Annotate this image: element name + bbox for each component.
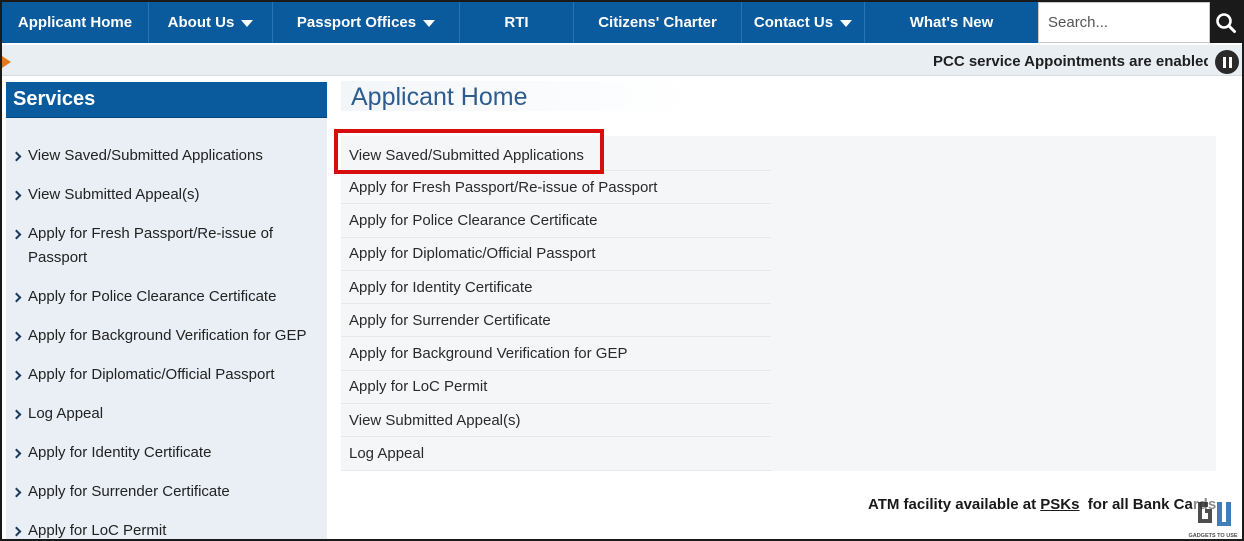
nav-applicant-home[interactable]: Applicant Home [2, 2, 149, 43]
caret-down-icon [423, 20, 436, 27]
sidebar-item-label: Apply for Background Verification for GE… [28, 327, 307, 344]
sidebar-item-log-appeal[interactable]: Log Appeal [6, 402, 327, 426]
link-identity-certificate[interactable]: Apply for Identity Certificate [341, 271, 771, 305]
nav-label: About Us [167, 14, 235, 31]
sidebar-item-surrender-certificate[interactable]: Apply for Surrender Certificate [6, 480, 327, 504]
nav-label: Applicant Home [17, 14, 133, 31]
link-view-submitted-appeals[interactable]: View Submitted Appeal(s) [341, 404, 771, 438]
sidebar-item-label: Apply for Surrender Certificate [28, 483, 230, 500]
news-ticker: PCC service Appointments are enabled [2, 45, 1242, 76]
sidebar-item-fresh-passport[interactable]: Apply for Fresh Passport/Re-issue of Pas… [6, 222, 327, 270]
sidebar-list: View Saved/Submitted Applications View S… [6, 118, 327, 539]
chevron-right-icon [11, 151, 22, 162]
page-title: Applicant Home [351, 83, 528, 111]
sidebar-item-label: Apply for Identity Certificate [28, 444, 212, 461]
nav-label: Contact Us [753, 14, 834, 31]
chevron-right-icon [11, 487, 22, 498]
applicant-links-panel: View Saved/Submitted Applications Apply … [341, 136, 1216, 471]
ticker-text: PCC service Appointments are enabled [933, 53, 1208, 70]
nav-label: RTI [504, 14, 529, 31]
sidebar-item-label: Apply for Fresh Passport/Re-issue of Pas… [28, 225, 274, 266]
nav-rti[interactable]: RTI [460, 2, 574, 43]
link-view-saved-applications[interactable]: View Saved/Submitted Applications [341, 136, 771, 171]
search-button[interactable] [1210, 2, 1242, 43]
atm-notice: ATM facility available at PSKs for all B… [868, 496, 1216, 513]
nav-label: Citizens' Charter [598, 14, 717, 31]
sidebar-item-label: View Saved/Submitted Applications [28, 147, 263, 164]
nav-contact-us[interactable]: Contact Us [742, 2, 865, 43]
nav-label: Passport Offices [296, 14, 417, 31]
sidebar-item-background-verification[interactable]: Apply for Background Verification for GE… [6, 324, 327, 348]
chevron-right-icon [11, 370, 22, 381]
chevron-right-icon [11, 292, 22, 303]
sidebar-item-loc-permit[interactable]: Apply for LoC Permit [6, 519, 327, 539]
link-diplomatic-passport[interactable]: Apply for Diplomatic/Official Passport [341, 238, 771, 271]
sidebar-item-label: Log Appeal [28, 405, 104, 422]
nav-citizens-charter[interactable]: Citizens' Charter [574, 2, 742, 43]
psks-link[interactable]: PSKs [1040, 496, 1079, 513]
link-background-verification[interactable]: Apply for Background Verification for GE… [341, 337, 771, 371]
sidebar-item-identity-certificate[interactable]: Apply for Identity Certificate [6, 441, 327, 465]
sidebar-title: Services [6, 82, 327, 118]
link-log-appeal[interactable]: Log Appeal [341, 437, 771, 471]
chevron-right-icon [11, 229, 22, 240]
page-title-bar: Applicant Home [341, 81, 1216, 111]
chevron-right-icon [11, 448, 22, 459]
caret-down-icon [840, 20, 853, 27]
sidebar-item-police-clearance[interactable]: Apply for Police Clearance Certificate [6, 285, 327, 309]
nav-label: What's New [909, 14, 994, 31]
nav-about-us[interactable]: About Us [149, 2, 273, 43]
link-loc-permit[interactable]: Apply for LoC Permit [341, 371, 771, 405]
pause-icon[interactable] [1215, 50, 1239, 74]
link-fresh-passport[interactable]: Apply for Fresh Passport/Re-issue of Pas… [341, 171, 771, 205]
sidebar-item-label: View Submitted Appeal(s) [28, 186, 200, 203]
chevron-right-icon [11, 526, 22, 537]
link-surrender-certificate[interactable]: Apply for Surrender Certificate [341, 304, 771, 338]
sidebar-item-label: Apply for Police Clearance Certificate [28, 288, 277, 305]
gadgets-to-use-logo-icon: GADGETS TO USE [1188, 496, 1238, 539]
sidebar-item-label: Apply for LoC Permit [28, 522, 167, 539]
watermark-logo: GADGETS TO USE [1184, 494, 1242, 539]
ticker-arrow-icon [2, 56, 11, 68]
chevron-right-icon [11, 190, 22, 201]
sidebar-item-diplomatic-passport[interactable]: Apply for Diplomatic/Official Passport [6, 363, 327, 387]
caret-down-icon [241, 20, 254, 27]
page-frame: Applicant Home About Us Passport Offices… [0, 0, 1244, 541]
applicant-links-list: View Saved/Submitted Applications Apply … [341, 136, 771, 471]
sidebar-item-view-saved-applications[interactable]: View Saved/Submitted Applications [6, 144, 327, 168]
nav-passport-offices[interactable]: Passport Offices [273, 2, 460, 43]
chevron-right-icon [11, 409, 22, 420]
sidebar-item-label: Apply for Diplomatic/Official Passport [28, 366, 275, 383]
search-bar [1038, 2, 1242, 43]
svg-text:GADGETS TO USE: GADGETS TO USE [1188, 533, 1237, 539]
services-sidebar: Services View Saved/Submitted Applicatio… [6, 82, 327, 539]
sidebar-item-view-submitted-appeals[interactable]: View Submitted Appeal(s) [6, 183, 327, 207]
atm-notice-prefix: ATM facility available at [868, 496, 1041, 513]
search-input[interactable] [1038, 2, 1210, 43]
nav-whats-new[interactable]: What's New [865, 2, 1038, 43]
search-icon [1216, 12, 1236, 33]
chevron-right-icon [11, 331, 22, 342]
link-police-clearance[interactable]: Apply for Police Clearance Certificate [341, 204, 771, 238]
